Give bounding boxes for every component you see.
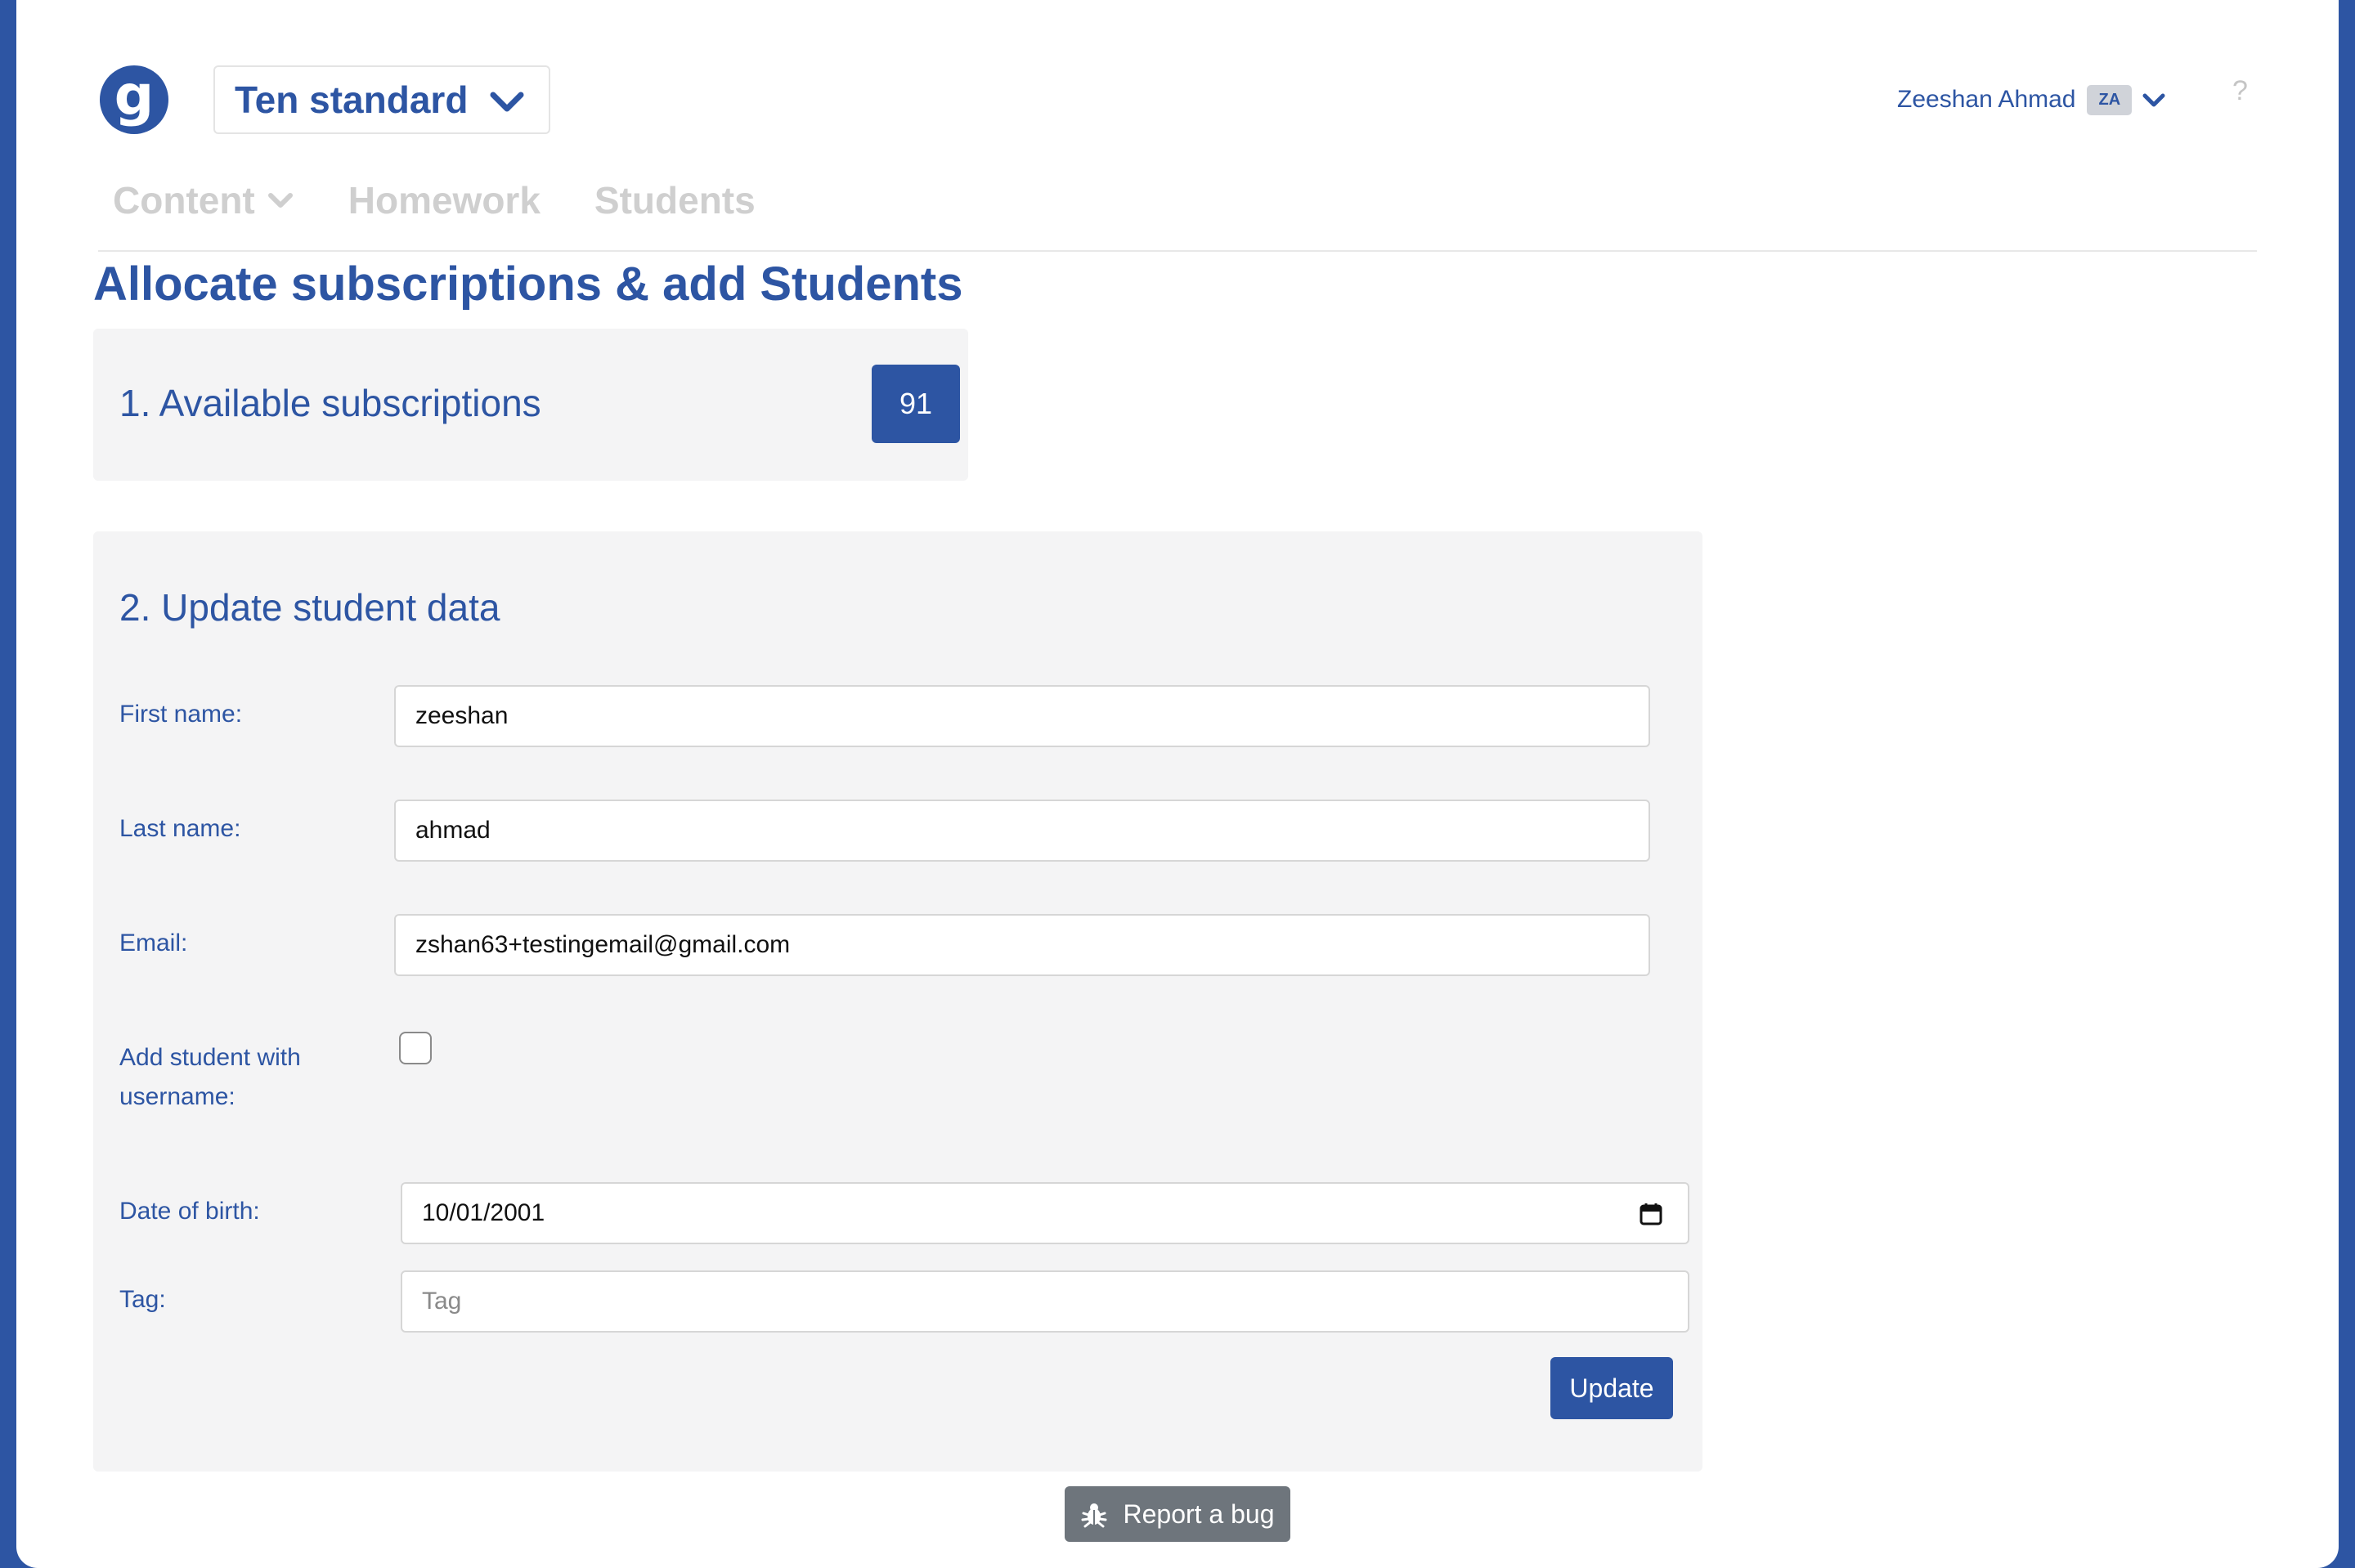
main-nav: Content Homework Students — [113, 178, 810, 222]
first-name-label: First name: — [119, 701, 243, 728]
tag-label: Tag: — [119, 1286, 166, 1313]
page-title: Allocate subscriptions & add Students — [93, 258, 963, 311]
username-checkbox[interactable] — [399, 1032, 432, 1064]
brand-logo[interactable]: g — [100, 65, 168, 134]
chevron-down-icon — [267, 193, 293, 208]
nav-item-label: Homework — [348, 179, 541, 222]
email-label: Email: — [119, 930, 188, 956]
first-name-field[interactable] — [394, 685, 1650, 747]
subscriptions-panel: 1. Available subscriptions 91 — [93, 329, 968, 481]
nav-item-students[interactable]: Students — [594, 178, 756, 222]
report-bug-button[interactable]: Report a bug — [1065, 1486, 1290, 1542]
nav-item-homework[interactable]: Homework — [348, 178, 541, 222]
report-bug-label: Report a bug — [1123, 1499, 1275, 1529]
last-name-field[interactable] — [394, 800, 1650, 862]
course-selector[interactable]: Ten standard — [213, 65, 550, 134]
chevron-down-icon — [2142, 93, 2165, 107]
user-name: Zeeshan Ahmad — [1897, 86, 2076, 113]
nav-item-label: Students — [594, 179, 756, 222]
subscriptions-heading: 1. Available subscriptions — [119, 382, 541, 424]
dob-field[interactable]: 10/01/2001 — [401, 1182, 1689, 1244]
username-label-line1: Add student with — [119, 1044, 301, 1071]
last-name-label: Last name: — [119, 815, 241, 842]
dob-label: Date of birth: — [119, 1198, 260, 1225]
app-page: g Ten standard Zeeshan Ahmad ZA ? Conten… — [16, 0, 2339, 1568]
email-field[interactable] — [394, 914, 1650, 976]
subscriptions-count-badge: 91 — [872, 365, 960, 443]
update-button[interactable]: Update — [1550, 1357, 1673, 1419]
nav-item-label: Content — [113, 179, 255, 222]
username-label: Add student with username: — [119, 1038, 301, 1117]
user-menu[interactable]: Zeeshan Ahmad ZA — [1897, 80, 2166, 119]
student-data-panel: 2. Update student data First name: Last … — [93, 531, 1702, 1472]
chevron-down-icon — [490, 92, 524, 112]
student-data-heading: 2. Update student data — [119, 586, 500, 629]
dob-value: 10/01/2001 — [422, 1199, 545, 1226]
username-label-line2: username: — [119, 1083, 236, 1110]
course-selector-label: Ten standard — [235, 78, 469, 121]
calendar-icon[interactable] — [1639, 1202, 1663, 1226]
tag-field[interactable] — [401, 1270, 1689, 1333]
nav-item-content[interactable]: Content — [113, 178, 294, 222]
help-icon[interactable]: ? — [2232, 75, 2248, 107]
bug-icon — [1081, 1503, 1107, 1528]
user-initials-badge: ZA — [2087, 84, 2133, 115]
